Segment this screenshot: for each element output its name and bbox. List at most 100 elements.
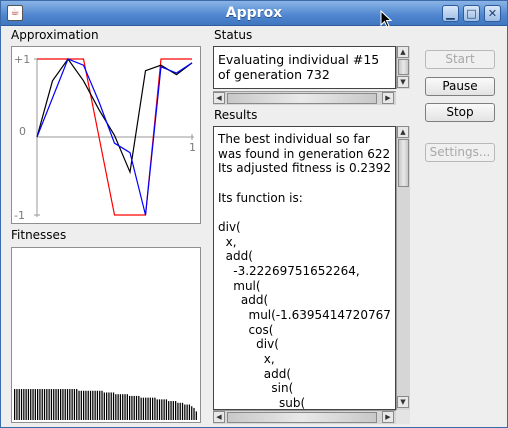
fitness-bar (149, 397, 151, 420)
fitness-bar (85, 390, 87, 420)
fitnesses-label: Fitnesses (11, 228, 67, 242)
y-tick-zero: 0 (19, 125, 26, 138)
scroll-thumb[interactable] (398, 59, 409, 75)
scroll-corner (396, 410, 410, 424)
fitness-bar (37, 389, 39, 420)
series-line-2 (36, 57, 193, 175)
minimize-button[interactable]: ▁ (442, 5, 459, 22)
fitness-bar (14, 389, 16, 420)
fitness-bar (195, 411, 197, 420)
fitness-bar (181, 402, 184, 420)
results-vertical-scrollbar[interactable]: ▲ ▼ (396, 126, 410, 410)
stop-button[interactable]: Stop (425, 103, 495, 122)
fitness-bar (89, 390, 92, 420)
fitness-bar (179, 402, 181, 420)
fitness-bar (64, 389, 66, 420)
fitness-bar (175, 401, 177, 420)
settings-button[interactable]: Settings... (425, 143, 495, 162)
fitness-bar (76, 389, 78, 420)
approx-window: ☕ Approx ▁ □ ✕ Approximation +1 0 -1 1 F… (0, 0, 508, 428)
fitness-bar (60, 389, 62, 420)
status-horizontal-scrollbar[interactable]: ◀ ▶ (213, 91, 396, 105)
fitness-bar (48, 389, 50, 420)
scroll-down-arrow-icon[interactable]: ▼ (397, 76, 409, 88)
fitness-bar (133, 395, 135, 420)
fitness-bar (186, 404, 188, 420)
fitness-bar (69, 389, 71, 420)
status-text: Evaluating individual #15 of generation … (218, 52, 380, 82)
maximize-button[interactable]: □ (463, 5, 480, 22)
status-vertical-scrollbar[interactable]: ▲ ▼ (396, 46, 410, 89)
fitness-bar (55, 389, 57, 420)
fitness-bar (161, 399, 163, 420)
fitness-bar (101, 390, 103, 420)
fitness-bar (158, 399, 161, 420)
fitness-bar (94, 390, 96, 420)
start-button[interactable]: Start (425, 50, 495, 69)
fitness-bar (30, 389, 32, 420)
x-tick-one: 1 (189, 141, 196, 154)
fitness-bar (117, 394, 119, 420)
y-tick-bottom: -1 (14, 209, 25, 222)
fitness-bar (112, 392, 115, 420)
scroll-thumb[interactable] (398, 139, 409, 187)
status-label: Status (214, 28, 253, 42)
results-horizontal-scrollbar[interactable]: ◀ ▶ (213, 410, 396, 424)
fitness-bar (145, 397, 147, 420)
mouse-cursor-icon (380, 10, 392, 28)
fitness-bar (152, 397, 154, 420)
scroll-thumb[interactable] (227, 93, 377, 104)
fitness-bar (73, 389, 76, 420)
pause-button[interactable]: Pause (425, 77, 495, 96)
fitness-bar (32, 389, 34, 420)
window-title: Approx (225, 5, 283, 21)
fitness-bar (170, 401, 172, 420)
fitness-bar (62, 389, 64, 420)
fitness-bar (122, 394, 124, 420)
fitness-bar (46, 389, 48, 420)
scroll-up-arrow-icon[interactable]: ▲ (397, 46, 409, 58)
scroll-left-arrow-icon[interactable]: ◀ (213, 92, 225, 104)
fitness-bars (14, 389, 197, 420)
fitness-bar (177, 402, 179, 420)
fitness-bar (184, 404, 186, 420)
fitness-bar (168, 401, 170, 420)
scroll-right-arrow-icon[interactable]: ▶ (382, 411, 394, 423)
approximation-chart: +1 0 -1 1 (14, 53, 196, 222)
fitness-bar (99, 390, 101, 420)
results-text-area[interactable]: The best individual so far was found in … (213, 126, 396, 410)
fitness-bar (103, 392, 105, 420)
fitness-bar (165, 399, 168, 420)
fitness-bar (39, 389, 41, 420)
approximation-plot: +1 0 -1 1 (11, 46, 201, 224)
fitness-bar (154, 397, 156, 420)
scroll-thumb[interactable] (227, 412, 377, 423)
fitness-bar (147, 397, 149, 420)
status-text-area[interactable]: Evaluating individual #15 of generation … (213, 46, 396, 89)
fitness-bar (43, 389, 46, 420)
y-tick-top: +1 (14, 53, 30, 66)
fitness-bar (193, 407, 195, 420)
fitness-bar (129, 395, 131, 420)
fitness-bar (57, 389, 59, 420)
fitness-bar (191, 406, 193, 420)
fitness-bar (16, 389, 18, 420)
fitness-bar (138, 395, 140, 420)
scroll-down-arrow-icon[interactable]: ▼ (397, 396, 409, 408)
close-button[interactable]: ✕ (484, 5, 501, 22)
title-bar[interactable]: ☕ Approx ▁ □ ✕ (1, 1, 507, 26)
fitnesses-chart (14, 389, 197, 420)
fitness-bar (142, 397, 145, 420)
fitness-bar (78, 390, 80, 420)
fitness-bar (131, 395, 133, 420)
fitness-bar (96, 390, 99, 420)
fitness-bar (50, 389, 53, 420)
fitness-bar (140, 397, 142, 420)
scroll-left-arrow-icon[interactable]: ◀ (213, 411, 225, 423)
fitness-bar (106, 392, 108, 420)
fitness-bar (163, 399, 165, 420)
fitness-bar (126, 394, 128, 420)
scroll-up-arrow-icon[interactable]: ▲ (397, 126, 409, 138)
scroll-right-arrow-icon[interactable]: ▶ (382, 92, 394, 104)
fitness-bar (188, 404, 191, 420)
